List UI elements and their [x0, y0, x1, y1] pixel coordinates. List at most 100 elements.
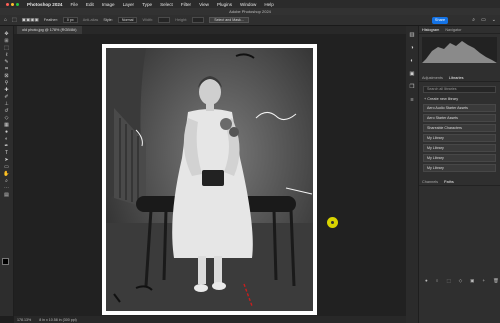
- photo-illustration: [106, 48, 313, 311]
- menu-layer[interactable]: Layer: [123, 2, 135, 7]
- marquee-tool-icon[interactable]: ⬚: [12, 17, 17, 23]
- feather-input[interactable]: 0 px: [62, 17, 78, 23]
- library-item[interactable]: My Library: [423, 164, 496, 172]
- antialias-checkbox[interactable]: Anti-alias: [83, 18, 99, 22]
- brush-cursor: [327, 217, 338, 228]
- minimize-window-button[interactable]: [11, 2, 14, 6]
- window-controls: [6, 2, 19, 6]
- menu-window[interactable]: Window: [240, 2, 256, 7]
- zoom-icon[interactable]: ⌕: [5, 178, 8, 184]
- stamp-icon[interactable]: ⊥: [4, 101, 8, 107]
- height-label: Height:: [175, 18, 188, 22]
- select-and-mask-button[interactable]: Select and Mask...: [209, 17, 249, 23]
- window-title: Adobe Photoshop 2024: [0, 8, 500, 15]
- menu-type[interactable]: Type: [142, 2, 152, 7]
- style-label: Style:: [103, 18, 113, 22]
- old-photo-image[interactable]: [102, 44, 317, 315]
- make-path-icon[interactable]: ◇: [459, 278, 462, 284]
- menu-file[interactable]: File: [70, 2, 77, 7]
- properties-icon[interactable]: ≡: [410, 97, 413, 103]
- history-brush-icon[interactable]: ↺: [4, 108, 8, 114]
- add-mask-icon[interactable]: ▣: [470, 278, 474, 284]
- color-icon[interactable]: ◑: [410, 45, 413, 51]
- rectangle-icon[interactable]: ▭: [4, 164, 9, 170]
- eyedropper-icon[interactable]: ⚲: [5, 80, 9, 86]
- menu-image[interactable]: Image: [102, 2, 115, 7]
- libraries-tabs: Adjustments Libraries: [419, 74, 500, 82]
- load-selection-icon[interactable]: ⬚: [446, 278, 450, 284]
- library-item[interactable]: Aero Starter Assets: [423, 114, 496, 122]
- document-tab-bar: old photo.jpg @ 178% (RGB/8#): [14, 26, 412, 34]
- crop-icon[interactable]: ⌗: [5, 66, 8, 72]
- quick-select-icon[interactable]: ✎: [4, 59, 8, 65]
- foreground-color-swatch[interactable]: [2, 258, 9, 265]
- path-select-icon[interactable]: ➤: [4, 157, 8, 163]
- libraries-icon[interactable]: ▣: [409, 71, 414, 77]
- tab-histogram[interactable]: Histogram: [422, 28, 439, 32]
- trash-icon[interactable]: 🗑: [493, 278, 499, 284]
- frame-icon[interactable]: ⊠: [4, 73, 8, 79]
- library-item[interactable]: My Library: [423, 154, 496, 162]
- height-input[interactable]: [192, 17, 205, 23]
- chevron-down-icon[interactable]: ⌄: [492, 17, 496, 23]
- options-bar: ⌂ ⬚ ▣▣▣▣ Feather: 0 px Anti-alias Style:…: [0, 15, 500, 26]
- brush-icon[interactable]: ✐: [4, 94, 8, 100]
- move-icon[interactable]: ✥: [4, 31, 8, 37]
- tab-adjustments[interactable]: Adjustments: [422, 76, 443, 80]
- fill-path-icon[interactable]: ●: [425, 278, 428, 284]
- search-icon[interactable]: ⌕: [472, 17, 475, 23]
- tab-navigator[interactable]: Navigator: [445, 28, 461, 32]
- menu-select[interactable]: Select: [160, 2, 173, 7]
- close-window-button[interactable]: [6, 2, 9, 6]
- tab-paths[interactable]: Paths: [444, 180, 454, 184]
- blur-icon[interactable]: ●: [5, 129, 8, 135]
- document-tab[interactable]: old photo.jpg @ 178% (RGB/8#): [17, 26, 82, 34]
- create-library-button[interactable]: + Create new library: [424, 97, 495, 101]
- selection-mode-icons[interactable]: ▣▣▣▣: [22, 17, 39, 23]
- library-item[interactable]: Shareable Characters: [423, 124, 496, 132]
- histogram-tabs: Histogram Navigator: [419, 26, 500, 34]
- more-icon[interactable]: ⋯: [4, 185, 9, 191]
- histogram-graph: [422, 37, 497, 63]
- status-bar: 178.13% 8 in x 10.58 in (300 ppi): [14, 316, 406, 323]
- tab-channels[interactable]: Channels: [422, 180, 438, 184]
- artboard-icon[interactable]: ⊞: [4, 38, 8, 44]
- library-item[interactable]: My Library: [423, 144, 496, 152]
- library-item[interactable]: Aero Audio Starter Assets: [423, 104, 496, 112]
- lasso-icon[interactable]: ℓ: [6, 52, 8, 58]
- hand-icon[interactable]: ✋: [3, 171, 9, 177]
- share-button[interactable]: Share: [432, 17, 448, 24]
- spot-heal-icon[interactable]: ✚: [4, 87, 8, 93]
- eraser-icon[interactable]: ◇: [5, 115, 9, 121]
- menu-bar: Photoshop 2024 File Edit Image Layer Typ…: [0, 0, 500, 8]
- dodge-icon[interactable]: ◐: [5, 136, 8, 142]
- new-path-icon[interactable]: +: [482, 278, 485, 284]
- menu-view[interactable]: View: [199, 2, 209, 7]
- app-menu[interactable]: Photoshop 2024: [27, 2, 62, 7]
- stroke-path-icon[interactable]: ○: [436, 278, 439, 284]
- library-search-input[interactable]: Search all libraries: [423, 86, 496, 93]
- type-icon[interactable]: T: [5, 150, 8, 156]
- tools-panel: ✥ ⊞ ⬚ ℓ ✎ ⌗ ⊠ ⚲ ✚ ✐ ⊥ ↺ ◇ ▦ ● ◐ ✒ T ➤ ▭ …: [0, 26, 13, 316]
- menu-help[interactable]: Help: [264, 2, 273, 7]
- tab-libraries[interactable]: Libraries: [449, 76, 464, 80]
- zoom-level[interactable]: 178.13%: [17, 318, 31, 322]
- edit-toolbar-icon[interactable]: ▤: [4, 192, 9, 198]
- gradient-icon[interactable]: ▦: [4, 122, 9, 128]
- pen-icon[interactable]: ✒: [4, 143, 8, 149]
- width-label: Width:: [142, 18, 154, 22]
- menu-edit[interactable]: Edit: [86, 2, 94, 7]
- histogram-icon[interactable]: ▥: [409, 32, 414, 38]
- feather-label: Feather:: [43, 18, 58, 22]
- workspace-icon[interactable]: ▭: [481, 17, 486, 23]
- menu-filter[interactable]: Filter: [181, 2, 191, 7]
- layers-icon[interactable]: ❐: [410, 84, 415, 90]
- home-icon[interactable]: ⌂: [4, 17, 7, 23]
- width-input[interactable]: [158, 17, 171, 23]
- style-select[interactable]: Normal: [117, 17, 138, 23]
- library-item[interactable]: My Library: [423, 134, 496, 142]
- marquee-icon[interactable]: ⬚: [4, 45, 9, 51]
- menu-plugins[interactable]: Plugins: [217, 2, 232, 7]
- adjustments-icon[interactable]: ◐: [410, 58, 413, 64]
- zoom-window-button[interactable]: [16, 2, 19, 6]
